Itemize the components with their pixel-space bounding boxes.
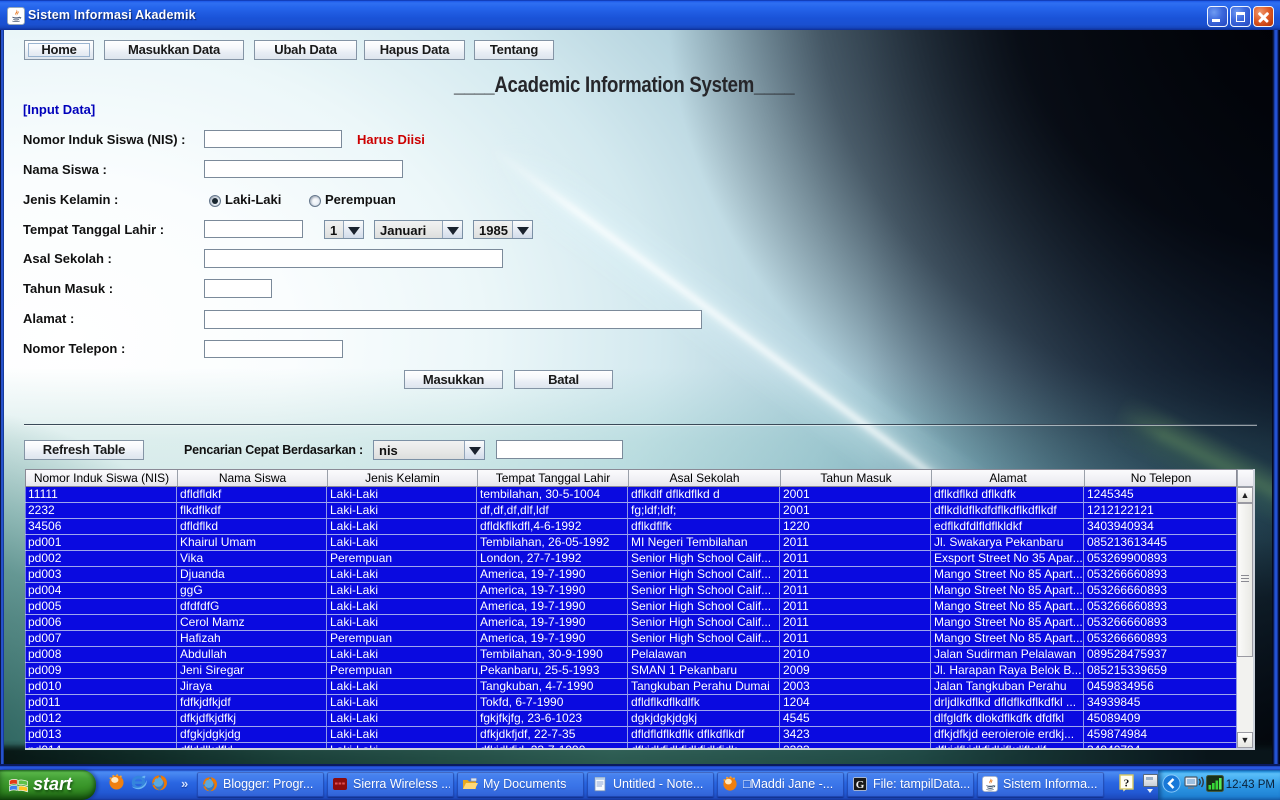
- svg-text:G: G: [856, 779, 865, 791]
- svg-text:?: ?: [1124, 778, 1130, 790]
